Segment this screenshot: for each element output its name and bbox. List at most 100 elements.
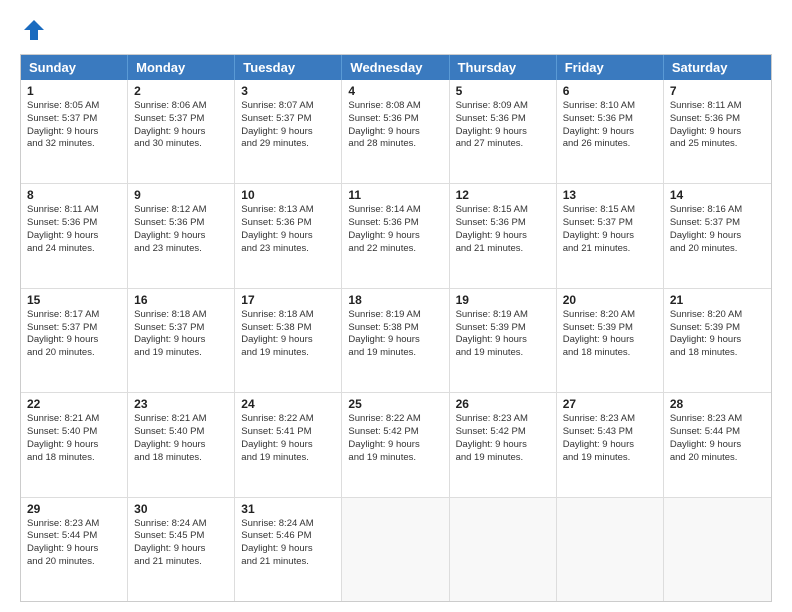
cell-line: and 18 minutes. <box>563 347 657 360</box>
day-number: 3 <box>241 84 335 98</box>
calendar-cell: 1Sunrise: 8:05 AMSunset: 5:37 PMDaylight… <box>21 80 128 183</box>
cell-line: Sunset: 5:36 PM <box>670 113 765 126</box>
calendar-cell: 10Sunrise: 8:13 AMSunset: 5:36 PMDayligh… <box>235 184 342 287</box>
calendar-cell: 18Sunrise: 8:19 AMSunset: 5:38 PMDayligh… <box>342 289 449 392</box>
cell-line: Sunset: 5:40 PM <box>27 426 121 439</box>
calendar-cell: 13Sunrise: 8:15 AMSunset: 5:37 PMDayligh… <box>557 184 664 287</box>
calendar-cell: 25Sunrise: 8:22 AMSunset: 5:42 PMDayligh… <box>342 393 449 496</box>
cell-line: Sunrise: 8:10 AM <box>563 100 657 113</box>
cell-line: and 20 minutes. <box>27 347 121 360</box>
cell-line: Sunrise: 8:13 AM <box>241 204 335 217</box>
cell-line: Sunrise: 8:05 AM <box>27 100 121 113</box>
cell-line: Daylight: 9 hours <box>27 230 121 243</box>
cell-line: Sunrise: 8:06 AM <box>134 100 228 113</box>
cell-line: Sunset: 5:43 PM <box>563 426 657 439</box>
calendar-cell: 29Sunrise: 8:23 AMSunset: 5:44 PMDayligh… <box>21 498 128 601</box>
cell-line: Daylight: 9 hours <box>670 230 765 243</box>
cell-line: and 21 minutes. <box>134 556 228 569</box>
cell-line: Sunset: 5:37 PM <box>27 322 121 335</box>
cell-line: Sunset: 5:42 PM <box>456 426 550 439</box>
day-number: 27 <box>563 397 657 411</box>
calendar-cell: 16Sunrise: 8:18 AMSunset: 5:37 PMDayligh… <box>128 289 235 392</box>
cell-line: Sunset: 5:39 PM <box>456 322 550 335</box>
cell-line: Daylight: 9 hours <box>563 439 657 452</box>
cell-line: Sunset: 5:37 PM <box>134 113 228 126</box>
cell-line: Sunrise: 8:22 AM <box>241 413 335 426</box>
cell-line: Sunrise: 8:15 AM <box>456 204 550 217</box>
cell-line: Daylight: 9 hours <box>134 439 228 452</box>
day-number: 29 <box>27 502 121 516</box>
day-number: 2 <box>134 84 228 98</box>
cell-line: Sunrise: 8:21 AM <box>27 413 121 426</box>
cell-line: Daylight: 9 hours <box>27 334 121 347</box>
weekday-header: Friday <box>557 55 664 80</box>
cell-line: Sunrise: 8:23 AM <box>456 413 550 426</box>
calendar-cell: 15Sunrise: 8:17 AMSunset: 5:37 PMDayligh… <box>21 289 128 392</box>
calendar: SundayMondayTuesdayWednesdayThursdayFrid… <box>20 54 772 602</box>
cell-line: Sunrise: 8:15 AM <box>563 204 657 217</box>
cell-line: and 23 minutes. <box>134 243 228 256</box>
cell-line: Daylight: 9 hours <box>456 439 550 452</box>
calendar-cell <box>664 498 771 601</box>
cell-line: and 21 minutes. <box>456 243 550 256</box>
calendar-cell: 27Sunrise: 8:23 AMSunset: 5:43 PMDayligh… <box>557 393 664 496</box>
logo-icon <box>20 16 48 44</box>
cell-line: Sunset: 5:37 PM <box>134 322 228 335</box>
cell-line: Sunset: 5:38 PM <box>348 322 442 335</box>
cell-line: Sunrise: 8:11 AM <box>670 100 765 113</box>
cell-line: Daylight: 9 hours <box>348 126 442 139</box>
cell-line: and 27 minutes. <box>456 138 550 151</box>
calendar-cell: 21Sunrise: 8:20 AMSunset: 5:39 PMDayligh… <box>664 289 771 392</box>
calendar-cell: 30Sunrise: 8:24 AMSunset: 5:45 PMDayligh… <box>128 498 235 601</box>
cell-line: and 19 minutes. <box>241 452 335 465</box>
calendar-cell: 7Sunrise: 8:11 AMSunset: 5:36 PMDaylight… <box>664 80 771 183</box>
header <box>20 16 772 44</box>
calendar-cell: 11Sunrise: 8:14 AMSunset: 5:36 PMDayligh… <box>342 184 449 287</box>
logo <box>20 16 52 44</box>
calendar-cell: 26 Sunrise: 8:23 AMSunset: 5:42 PMDayligh… <box>450 393 557 496</box>
day-number: 4 <box>348 84 442 98</box>
day-number: 9 <box>134 188 228 202</box>
cell-line: Sunrise: 8:18 AM <box>241 309 335 322</box>
day-number: 22 <box>27 397 121 411</box>
calendar-row: 29Sunrise: 8:23 AMSunset: 5:44 PMDayligh… <box>21 497 771 601</box>
calendar-row: 1Sunrise: 8:05 AMSunset: 5:37 PMDaylight… <box>21 80 771 183</box>
cell-line: and 19 minutes. <box>456 452 550 465</box>
day-number: 16 <box>134 293 228 307</box>
cell-line: and 25 minutes. <box>670 138 765 151</box>
cell-line: Sunset: 5:45 PM <box>134 530 228 543</box>
cell-line: Sunset: 5:42 PM <box>348 426 442 439</box>
day-number: 30 <box>134 502 228 516</box>
weekday-header: Monday <box>128 55 235 80</box>
cell-line: Sunrise: 8:20 AM <box>563 309 657 322</box>
day-number: 13 <box>563 188 657 202</box>
cell-line: Sunset: 5:37 PM <box>670 217 765 230</box>
cell-line: and 24 minutes. <box>27 243 121 256</box>
cell-line: Daylight: 9 hours <box>348 230 442 243</box>
day-number: 17 <box>241 293 335 307</box>
cell-line: Sunrise: 8:12 AM <box>134 204 228 217</box>
cell-line: and 26 minutes. <box>563 138 657 151</box>
cell-line: and 18 minutes. <box>134 452 228 465</box>
cell-line: Sunrise: 8:11 AM <box>27 204 121 217</box>
day-number: 12 <box>456 188 550 202</box>
day-number: 28 <box>670 397 765 411</box>
day-number: 26 <box>456 397 550 411</box>
calendar-cell <box>342 498 449 601</box>
cell-line: Sunset: 5:46 PM <box>241 530 335 543</box>
cell-line: Daylight: 9 hours <box>134 126 228 139</box>
cell-line: and 30 minutes. <box>134 138 228 151</box>
cell-line: Sunrise: 8:22 AM <box>348 413 442 426</box>
cell-line: and 19 minutes. <box>241 347 335 360</box>
calendar-cell: 2 Sunrise: 8:06 AMSunset: 5:37 PMDaylight… <box>128 80 235 183</box>
cell-line: and 20 minutes. <box>27 556 121 569</box>
cell-line: Sunrise: 8:23 AM <box>27 518 121 531</box>
cell-line: Sunrise: 8:14 AM <box>348 204 442 217</box>
calendar-cell: 22Sunrise: 8:21 AMSunset: 5:40 PMDayligh… <box>21 393 128 496</box>
day-number: 6 <box>563 84 657 98</box>
day-number: 24 <box>241 397 335 411</box>
cell-line: Daylight: 9 hours <box>563 230 657 243</box>
weekday-header: Tuesday <box>235 55 342 80</box>
cell-line: and 19 minutes. <box>348 347 442 360</box>
cell-line: Daylight: 9 hours <box>27 126 121 139</box>
